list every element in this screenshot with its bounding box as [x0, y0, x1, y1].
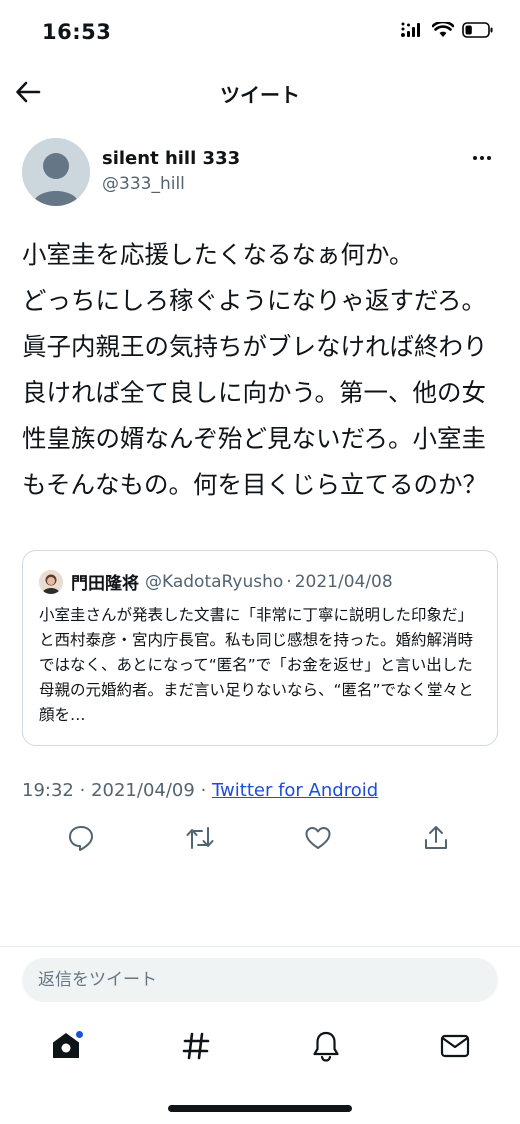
reply-box	[22, 958, 498, 1002]
retweet-button[interactable]	[184, 822, 216, 854]
battery-icon	[462, 22, 493, 38]
meta-separator: ·	[79, 780, 86, 801]
tab-explore[interactable]	[178, 1028, 214, 1064]
quoted-tweet-text: 小室圭さんが発表した文書に「非常に丁寧に説明した印象だ」と西村泰彦・宮内庁長官。…	[39, 606, 474, 724]
reply-button[interactable]	[65, 822, 97, 854]
nav-bar: ツイート	[0, 64, 520, 120]
quoted-avatar-image	[39, 569, 63, 594]
quoted-avatar	[39, 569, 63, 594]
notification-dot	[75, 1030, 84, 1039]
reply-input[interactable]	[22, 958, 498, 1002]
quoted-author-handle: @KadotaRyusho	[145, 571, 284, 592]
quoted-separator: ·	[286, 571, 292, 592]
reply-icon	[69, 826, 93, 851]
status-icons	[400, 22, 494, 38]
tweet-time: 19:32	[22, 780, 74, 801]
tab-home[interactable]	[48, 1028, 84, 1064]
tab-notifications[interactable]	[308, 1028, 344, 1064]
page-title: ツイート	[220, 83, 300, 107]
mail-icon	[440, 1034, 470, 1058]
default-avatar-icon	[22, 138, 90, 206]
hashtag-icon	[182, 1032, 210, 1060]
tab-messages[interactable]	[437, 1028, 473, 1064]
like-icon	[305, 827, 331, 849]
tweet-date: 2021/04/09	[91, 780, 195, 801]
meta-separator: ·	[200, 780, 207, 801]
bell-icon	[313, 1031, 339, 1062]
more-dots-icon	[473, 156, 477, 160]
quoted-author-name: 門田隆将	[71, 574, 139, 594]
retweet-icon	[186, 827, 214, 849]
avatar[interactable]	[22, 138, 90, 206]
signal-icon	[401, 22, 420, 37]
share-icon	[425, 826, 447, 849]
tweet-meta: 19:32 · 2021/04/09 · Twitter for Android	[22, 780, 378, 801]
like-button[interactable]	[302, 822, 334, 854]
divider	[0, 946, 520, 947]
tweet-actions	[0, 818, 520, 858]
quoted-date: 2021/04/08	[294, 571, 393, 592]
wifi-icon	[432, 22, 454, 37]
share-button[interactable]	[420, 822, 452, 854]
status-time: 16:53	[42, 20, 112, 44]
quoted-tweet-header: 門田隆将 @KadotaRyusho · 2021/04/08	[39, 569, 393, 594]
author-handle[interactable]: @333_hill	[102, 174, 185, 194]
quoted-tweet[interactable]: 門田隆将 @KadotaRyusho · 2021/04/08 小室圭さんが発表…	[22, 550, 498, 746]
tweet-text: 小室圭を応援したくなるなぁ何か。 どっちにしろ稼ぐようになりゃ返すだろ。眞子内親…	[22, 240, 488, 499]
tab-bar	[0, 1018, 520, 1074]
status-bar: 16:53	[0, 0, 520, 64]
tweet-author: silent hill 333 @333_hill	[22, 136, 498, 208]
more-options-button[interactable]	[468, 148, 496, 168]
tweet-source-link[interactable]: Twitter for Android	[212, 780, 378, 801]
author-name[interactable]: silent hill 333	[102, 148, 240, 169]
home-indicator[interactable]	[168, 1105, 352, 1112]
